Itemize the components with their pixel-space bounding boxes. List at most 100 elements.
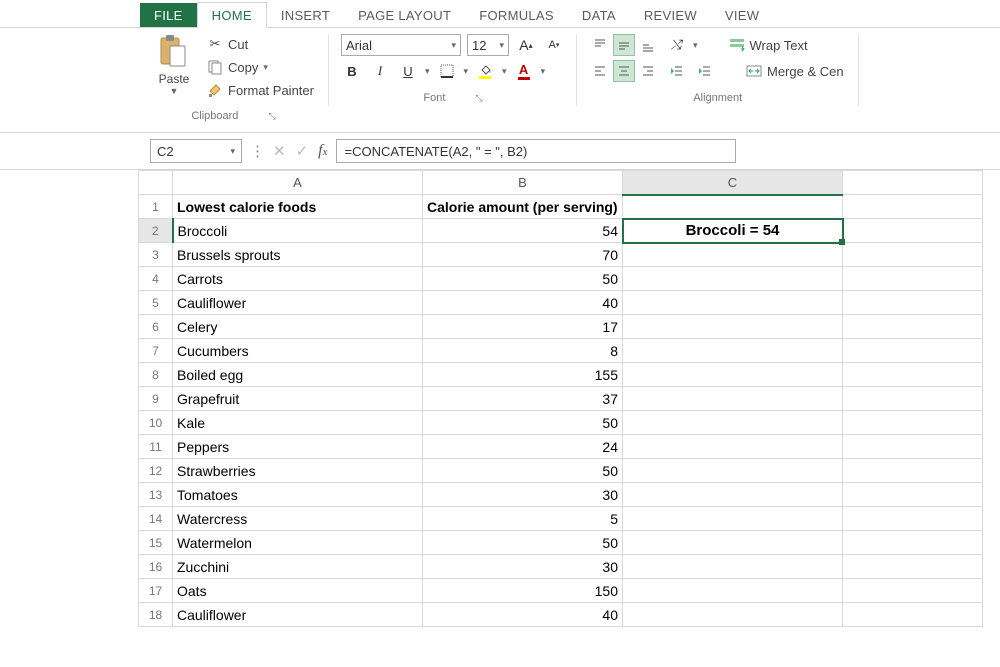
cell[interactable]: Lowest calorie foods bbox=[173, 195, 423, 219]
cell[interactable] bbox=[623, 483, 843, 507]
font-color-button[interactable]: A bbox=[513, 60, 535, 82]
cell[interactable] bbox=[623, 195, 843, 219]
grow-font-button[interactable]: A▴ bbox=[515, 34, 537, 56]
cell[interactable]: Watercress bbox=[173, 507, 423, 531]
cell[interactable] bbox=[843, 483, 983, 507]
row-header[interactable]: 12 bbox=[139, 459, 173, 483]
font-size-select[interactable]: 12 ▾ bbox=[467, 34, 509, 56]
cell[interactable]: Zucchini bbox=[173, 555, 423, 579]
cell[interactable] bbox=[843, 435, 983, 459]
cell[interactable] bbox=[623, 507, 843, 531]
col-header-A[interactable]: A bbox=[173, 171, 423, 195]
cell[interactable] bbox=[843, 555, 983, 579]
cell[interactable]: 8 bbox=[423, 339, 623, 363]
tab-page-layout[interactable]: PAGE LAYOUT bbox=[344, 3, 465, 27]
cell[interactable] bbox=[623, 315, 843, 339]
orientation-button[interactable]: ⤭ bbox=[665, 34, 687, 56]
cell[interactable] bbox=[623, 339, 843, 363]
cell[interactable]: 54 bbox=[423, 219, 623, 243]
dialog-launcher-icon[interactable]: ⤡ bbox=[475, 93, 482, 104]
cell[interactable] bbox=[623, 387, 843, 411]
copy-button[interactable]: Copy ▾ bbox=[204, 57, 317, 77]
cell[interactable]: 17 bbox=[423, 315, 623, 339]
row-header[interactable]: 7 bbox=[139, 339, 173, 363]
paste-button[interactable]: Paste ▼ bbox=[150, 34, 198, 96]
cell[interactable] bbox=[843, 363, 983, 387]
chevron-down-icon[interactable]: ▾ bbox=[502, 66, 507, 77]
cell[interactable]: 5 bbox=[423, 507, 623, 531]
cell[interactable]: 50 bbox=[423, 459, 623, 483]
col-header-B[interactable]: B bbox=[423, 171, 623, 195]
cell[interactable]: Peppers bbox=[173, 435, 423, 459]
align-right-button[interactable] bbox=[637, 60, 659, 82]
tab-data[interactable]: DATA bbox=[568, 3, 630, 27]
cell[interactable] bbox=[623, 267, 843, 291]
chevron-down-icon[interactable]: ▾ bbox=[425, 66, 430, 77]
cell[interactable]: Carrots bbox=[173, 267, 423, 291]
cell[interactable]: Watermelon bbox=[173, 531, 423, 555]
cell[interactable] bbox=[843, 411, 983, 435]
cell[interactable]: Oats bbox=[173, 579, 423, 603]
row-header[interactable]: 2 bbox=[139, 219, 173, 243]
cell[interactable]: 150 bbox=[423, 579, 623, 603]
row-header[interactable]: 3 bbox=[139, 243, 173, 267]
cell[interactable]: Grapefruit bbox=[173, 387, 423, 411]
tab-review[interactable]: REVIEW bbox=[630, 3, 711, 27]
cell[interactable]: 50 bbox=[423, 267, 623, 291]
cell[interactable] bbox=[843, 315, 983, 339]
wrap-text-button[interactable]: Wrap Text bbox=[726, 35, 811, 55]
cell[interactable] bbox=[623, 603, 843, 627]
cell[interactable] bbox=[623, 243, 843, 267]
active-cell[interactable]: Broccoli = 54 bbox=[623, 219, 843, 243]
cell[interactable]: Calorie amount (per serving) bbox=[423, 195, 623, 219]
cell[interactable] bbox=[623, 291, 843, 315]
shrink-font-button[interactable]: A▾ bbox=[543, 34, 565, 56]
cell[interactable]: 70 bbox=[423, 243, 623, 267]
cell[interactable] bbox=[843, 459, 983, 483]
cell[interactable]: 50 bbox=[423, 531, 623, 555]
cell[interactable] bbox=[843, 531, 983, 555]
cell[interactable] bbox=[623, 579, 843, 603]
cell[interactable] bbox=[843, 603, 983, 627]
align-left-button[interactable] bbox=[589, 60, 611, 82]
row-header[interactable]: 5 bbox=[139, 291, 173, 315]
row-header[interactable]: 11 bbox=[139, 435, 173, 459]
fill-color-button[interactable] bbox=[474, 60, 496, 82]
name-box[interactable]: C2 ▾ bbox=[150, 139, 242, 163]
cell[interactable]: 37 bbox=[423, 387, 623, 411]
cell[interactable] bbox=[623, 459, 843, 483]
cell[interactable] bbox=[843, 243, 983, 267]
cell[interactable]: Tomatoes bbox=[173, 483, 423, 507]
cell[interactable] bbox=[843, 195, 983, 219]
select-all-corner[interactable] bbox=[139, 171, 173, 195]
underline-button[interactable]: U bbox=[397, 60, 419, 82]
cell[interactable] bbox=[843, 267, 983, 291]
tab-home[interactable]: HOME bbox=[197, 2, 267, 28]
align-bottom-button[interactable] bbox=[637, 34, 659, 56]
tab-insert[interactable]: INSERT bbox=[267, 3, 344, 27]
chevron-down-icon[interactable]: ▾ bbox=[464, 66, 469, 77]
cell[interactable] bbox=[623, 555, 843, 579]
bold-button[interactable]: B bbox=[341, 60, 363, 82]
align-top-button[interactable] bbox=[589, 34, 611, 56]
cell[interactable]: 40 bbox=[423, 603, 623, 627]
cell[interactable] bbox=[843, 387, 983, 411]
fx-button[interactable]: fx bbox=[318, 142, 327, 160]
row-header[interactable]: 9 bbox=[139, 387, 173, 411]
chevron-down-icon[interactable]: ▾ bbox=[541, 66, 546, 77]
cell[interactable] bbox=[843, 507, 983, 531]
tab-formulas[interactable]: FORMULAS bbox=[465, 3, 568, 27]
cell[interactable]: 30 bbox=[423, 555, 623, 579]
row-header[interactable]: 18 bbox=[139, 603, 173, 627]
cancel-formula-button[interactable]: ✕ bbox=[273, 142, 286, 160]
row-header[interactable]: 16 bbox=[139, 555, 173, 579]
merge-center-button[interactable]: Merge & Cen bbox=[743, 61, 847, 81]
cell[interactable] bbox=[623, 363, 843, 387]
cut-button[interactable]: ✂ Cut bbox=[204, 34, 317, 54]
row-header[interactable]: 17 bbox=[139, 579, 173, 603]
tab-view[interactable]: VIEW bbox=[711, 3, 773, 27]
row-header[interactable]: 13 bbox=[139, 483, 173, 507]
increase-indent-button[interactable] bbox=[693, 60, 715, 82]
cell[interactable]: 40 bbox=[423, 291, 623, 315]
cell[interactable]: Boiled egg bbox=[173, 363, 423, 387]
